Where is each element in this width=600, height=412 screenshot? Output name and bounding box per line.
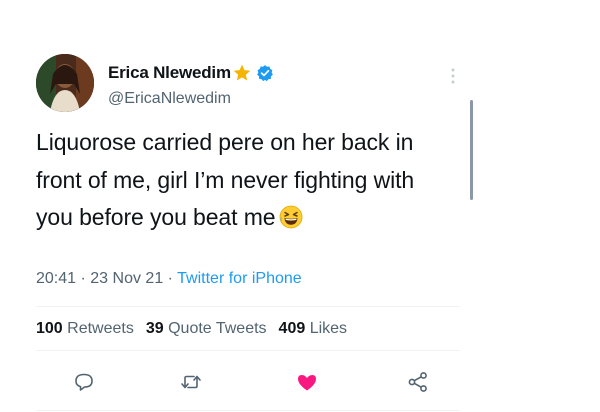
- verified-icon: [256, 64, 274, 82]
- retweets-stat[interactable]: 100 Retweets: [36, 320, 134, 337]
- handle[interactable]: @EricaNlewedim: [108, 90, 274, 108]
- tweet-meta: 20:41 · 23 Nov 21 · Twitter for iPhone: [36, 270, 302, 288]
- action-bar: [36, 366, 460, 396]
- likes-stat[interactable]: 409 Likes: [279, 320, 348, 337]
- share-icon[interactable]: [406, 370, 430, 394]
- divider: [36, 306, 460, 307]
- avatar[interactable]: [36, 54, 94, 112]
- tweet-body: Liquorose carried pere on her back in fr…: [36, 124, 456, 237]
- tweet-text: Liquorose carried pere on her back in fr…: [36, 129, 415, 230]
- divider: [36, 350, 460, 351]
- display-name-row: Erica Nlewedim: [108, 62, 274, 84]
- meta-separator: ·: [80, 270, 86, 287]
- quotes-stat[interactable]: 39 Quote Tweets: [146, 320, 267, 337]
- likes-count: 409: [278, 320, 306, 337]
- reply-icon[interactable]: [72, 370, 96, 394]
- display-name[interactable]: Erica Nlewedim: [108, 63, 231, 83]
- tweet-header: Erica Nlewedim @EricaNlewedim: [36, 54, 462, 114]
- meta-separator: ·: [167, 270, 173, 287]
- star-icon: [232, 63, 252, 83]
- retweets-label: Retweets: [67, 320, 134, 337]
- heart-icon[interactable]: [295, 370, 319, 394]
- quotes-label: Quote Tweets: [168, 320, 267, 337]
- engagement-stats: 100 Retweets 39 Quote Tweets 409 Likes: [36, 320, 347, 338]
- tweet-date[interactable]: 23 Nov 21: [90, 270, 163, 287]
- author-block: Erica Nlewedim @EricaNlewedim: [108, 62, 274, 108]
- scrollbar[interactable]: [470, 100, 473, 200]
- likes-label: Likes: [309, 320, 348, 337]
- tweet-card[interactable]: Erica Nlewedim @EricaNlewedim Liquorose …: [36, 54, 462, 411]
- retweets-count: 100: [36, 320, 63, 337]
- grinning-squinting-face-icon: [279, 203, 303, 229]
- tweet-source[interactable]: Twitter for iPhone: [177, 270, 302, 287]
- retweet-icon[interactable]: [179, 370, 203, 394]
- more-icon[interactable]: [450, 68, 456, 84]
- divider: [36, 410, 460, 411]
- quotes-count: 39: [145, 320, 164, 337]
- tweet-time[interactable]: 20:41: [36, 270, 76, 287]
